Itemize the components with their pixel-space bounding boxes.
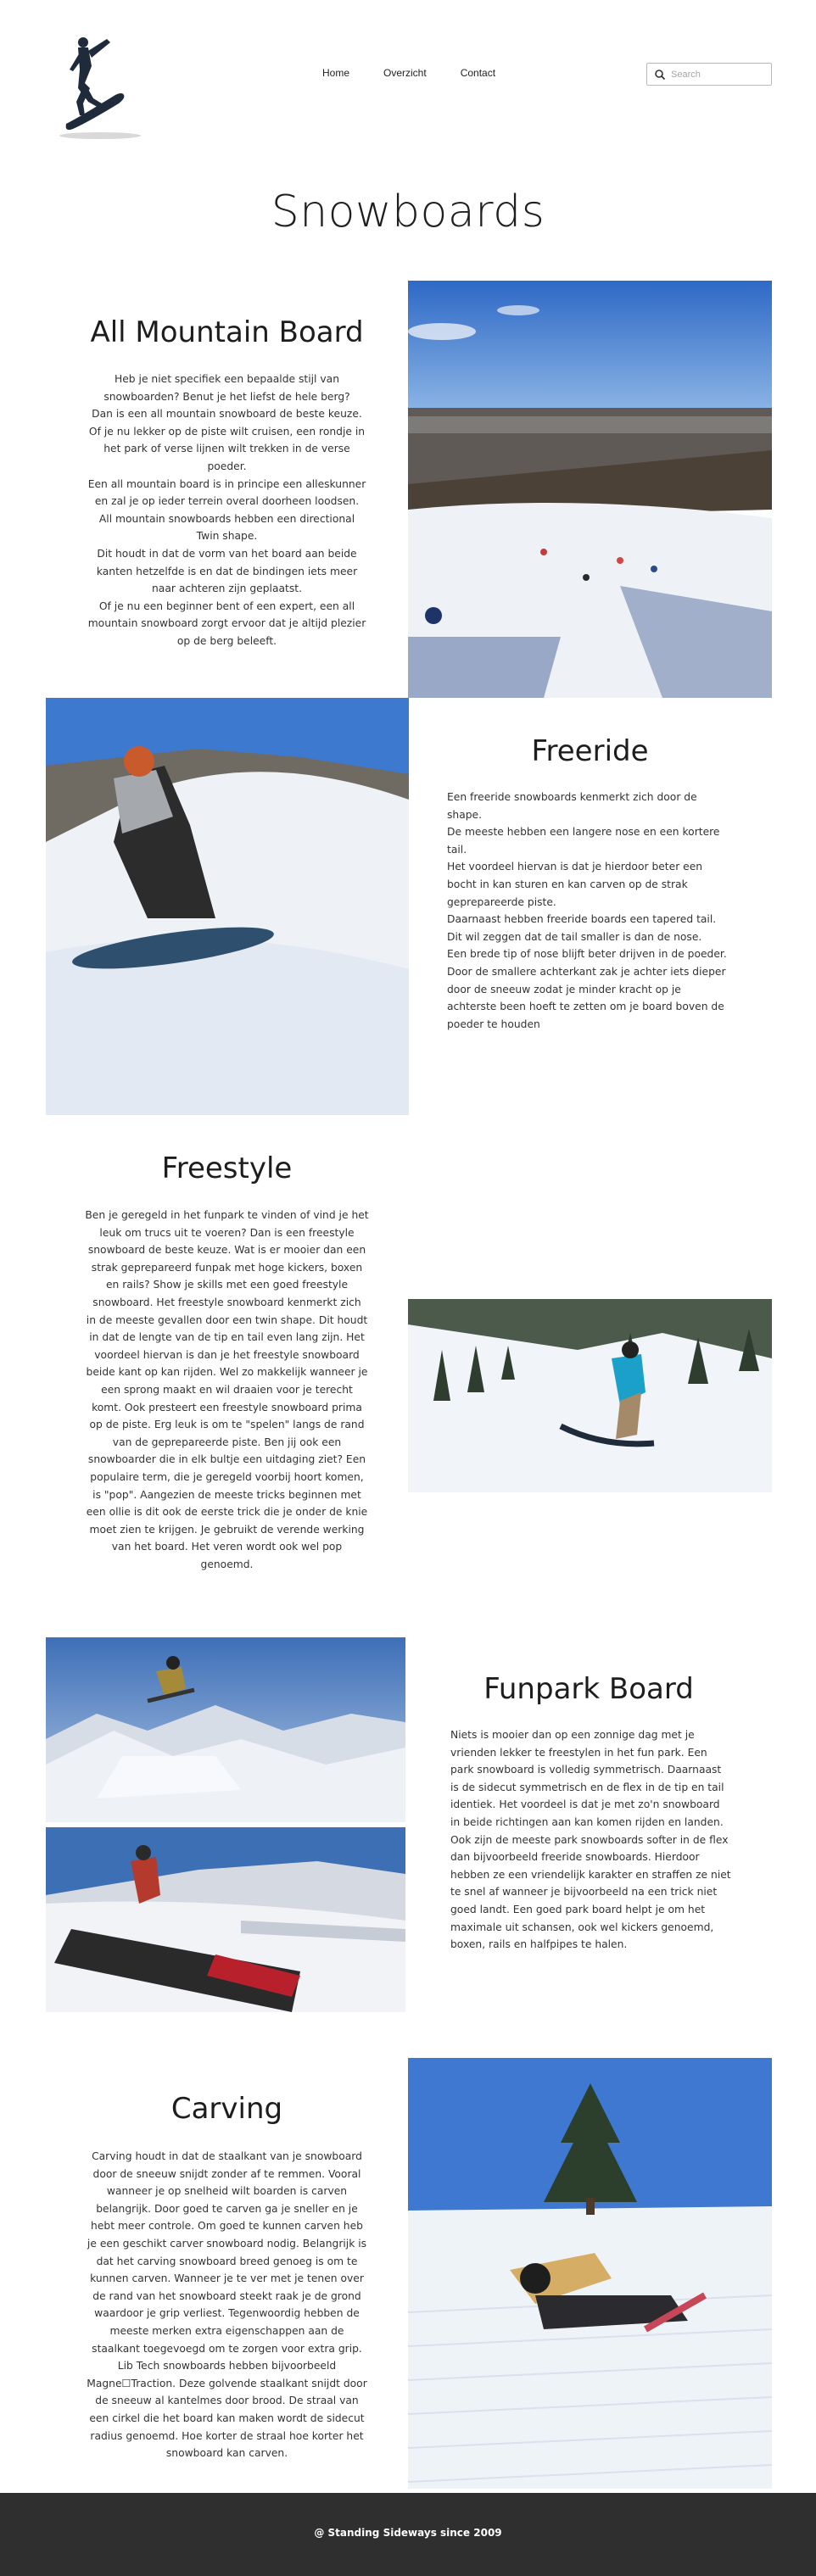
nav-contact[interactable]: Contact — [461, 67, 495, 79]
main-nav: Home Overzicht Contact — [322, 67, 495, 79]
freeride-photo — [46, 698, 409, 1115]
funpark-photo-top — [46, 1637, 405, 1822]
freeride-title: Freeride — [531, 734, 649, 768]
freestyle-title: Freestyle — [161, 1151, 293, 1185]
funpark-title: Funpark Board — [483, 1672, 694, 1706]
all-mountain-photo — [408, 281, 772, 698]
all-mountain-text: Heb je niet specifiek een bepaalde stijl… — [87, 373, 366, 647]
freestyle-photo — [408, 1299, 772, 1492]
search-input[interactable] — [671, 69, 764, 80]
funpark-photo-bottom — [46, 1827, 405, 2012]
nav-home[interactable]: Home — [322, 67, 349, 79]
carving-text: Carving houdt in dat de staalkant van je… — [87, 2150, 367, 2460]
search-icon — [655, 69, 666, 80]
freestyle-text: Ben je geregeld in het funpark te vinden… — [85, 1209, 369, 1570]
page-title: Snowboards — [271, 187, 545, 237]
nav-overzicht[interactable]: Overzicht — [383, 67, 427, 79]
all-mountain-title: All Mountain Board — [90, 315, 364, 349]
carving-photo — [408, 2058, 772, 2489]
funpark-text: Niets is mooier dan op een zonnige dag m… — [450, 1729, 731, 1951]
site-footer: @ Standing Sideways since 2009 — [0, 2493, 816, 2576]
site-header: Home Overzicht Contact — [0, 0, 816, 153]
freeride-text: Een freeride snowboards kenmerkt zich do… — [447, 791, 727, 1030]
search-box[interactable] — [646, 63, 772, 86]
footer-copyright: @ Standing Sideways since 2009 — [314, 2527, 502, 2539]
snowboarder-logo-icon — [59, 37, 141, 139]
snowboarder-logo[interactable] — [54, 32, 148, 144]
carving-title: Carving — [170, 2092, 283, 2126]
